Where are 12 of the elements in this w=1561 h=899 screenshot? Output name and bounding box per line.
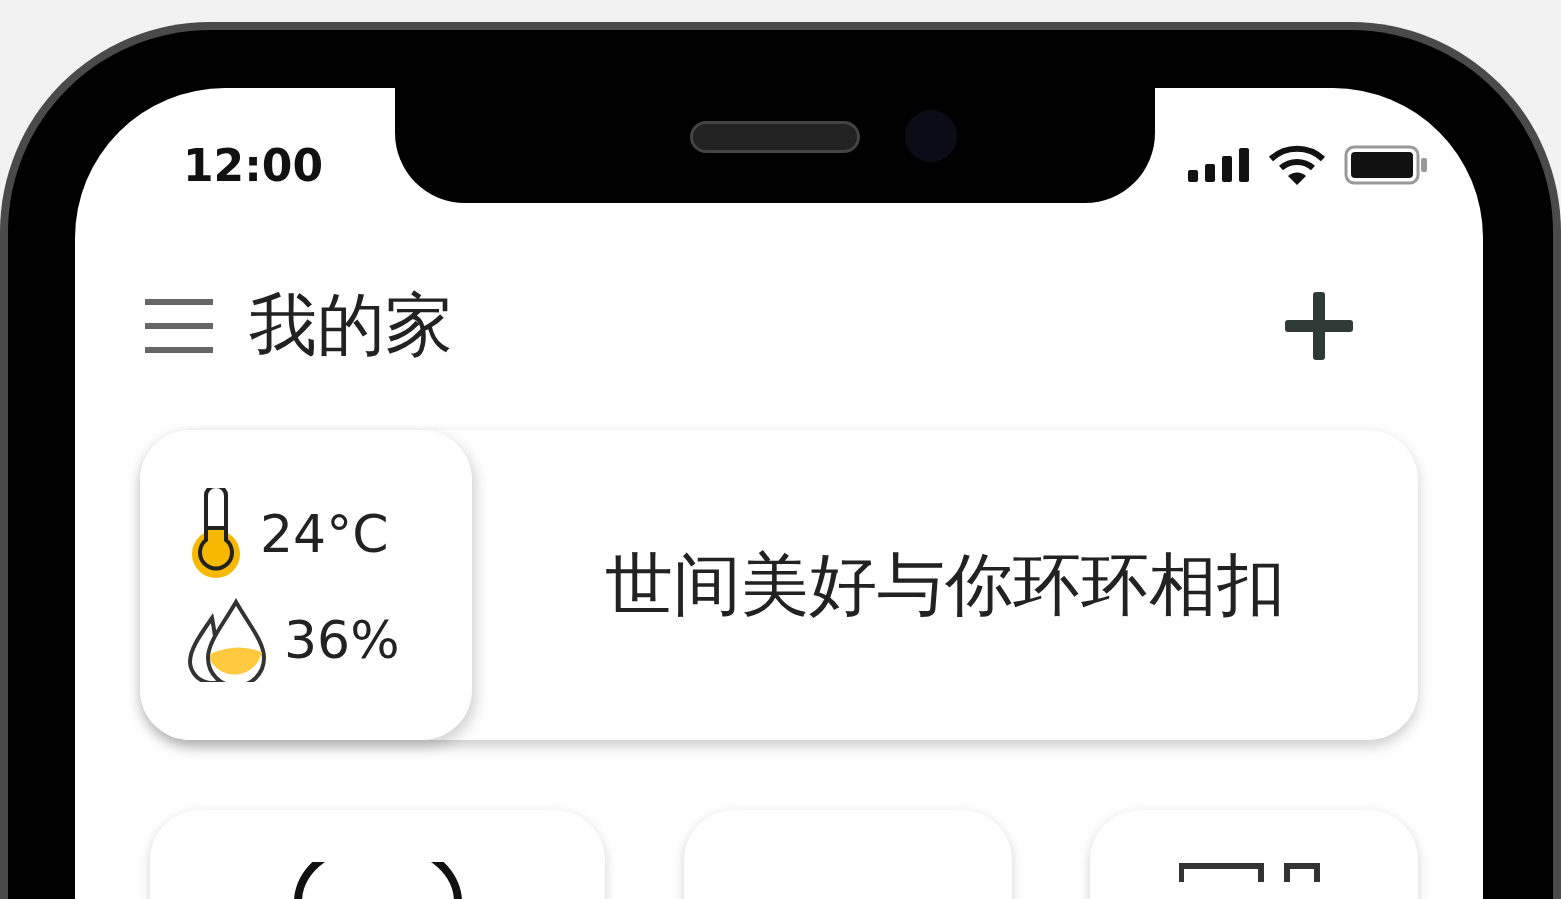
temperature-value: 24°C bbox=[260, 504, 389, 564]
wifi-icon bbox=[1268, 144, 1326, 185]
slogan-text: 世间美好与你环环相扣 bbox=[604, 543, 1286, 626]
signal-icon bbox=[1188, 147, 1250, 182]
battery-icon bbox=[1344, 144, 1428, 185]
status-time: 12:00 bbox=[183, 139, 324, 191]
add-icon[interactable] bbox=[1285, 291, 1353, 360]
humidity-value: 36% bbox=[284, 610, 400, 670]
camera-lens bbox=[905, 110, 957, 162]
home-title: 我的家 bbox=[249, 284, 453, 366]
menu-icon[interactable] bbox=[145, 296, 213, 355]
droplets-icon bbox=[188, 598, 268, 682]
